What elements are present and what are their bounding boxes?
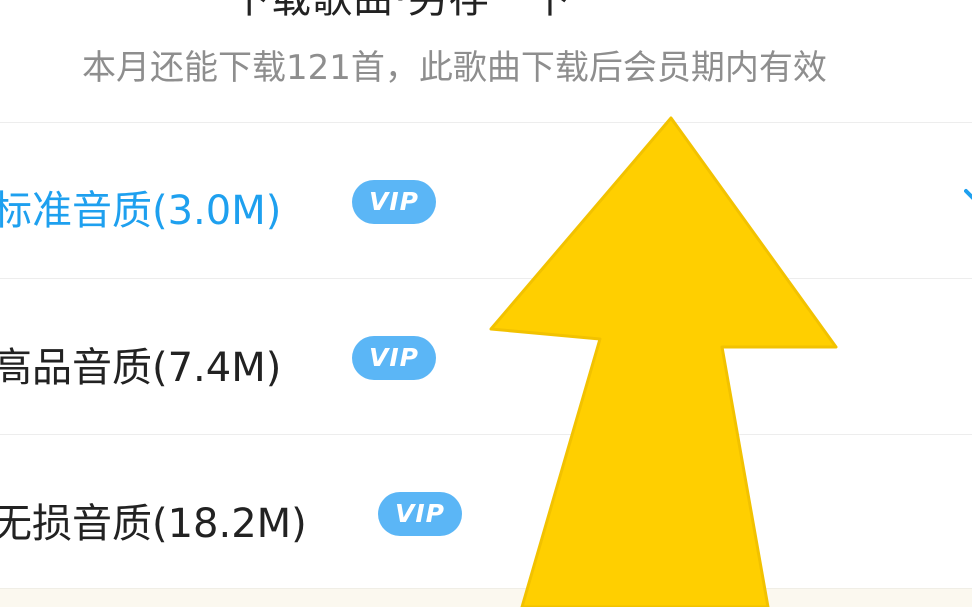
dialog-title: 下载歌曲·另存一下	[230, 0, 572, 24]
dialog-header: 下载歌曲·另存一下 本月还能下载121首，此歌曲下载后会员期内有效	[0, 0, 972, 122]
vip-badge: VIP	[352, 180, 436, 224]
vip-badge: VIP	[352, 336, 436, 380]
quality-option-label: 标准音质(3.0M)	[0, 188, 282, 234]
quality-option-label: 高品音质(7.4M)	[0, 345, 282, 391]
download-quota-text: 本月还能下载121首，此歌曲下载后会员期内有效	[82, 48, 827, 88]
quality-option-lossless[interactable]: 无损音质(18.2M) VIP	[0, 434, 972, 588]
bottom-strip	[0, 588, 972, 607]
quality-option-high[interactable]: 高品音质(7.4M) VIP	[0, 278, 972, 434]
vip-badge: VIP	[378, 492, 462, 536]
check-icon	[964, 189, 972, 200]
quality-option-standard[interactable]: 标准音质(3.0M) VIP	[0, 122, 972, 278]
quality-option-label: 无损音质(18.2M)	[0, 501, 307, 547]
